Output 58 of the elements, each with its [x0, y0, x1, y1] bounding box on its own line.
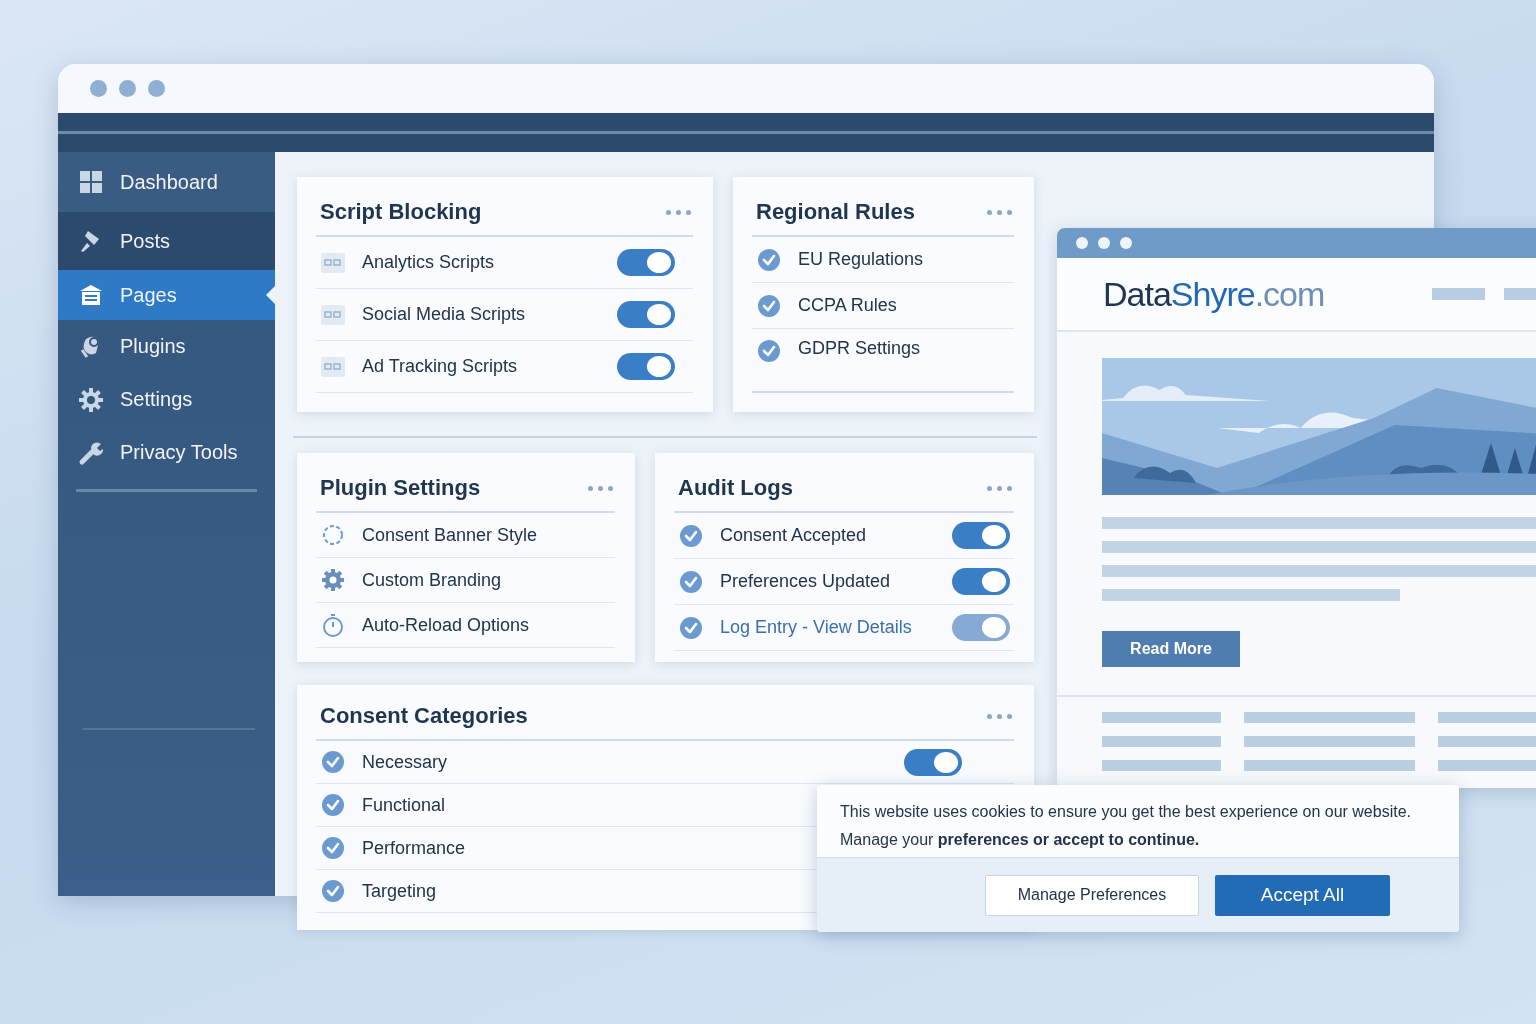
row-label: Targeting — [362, 880, 437, 902]
sidebar-item[interactable]: Plugins — [58, 320, 275, 373]
row-label: Consent Banner Style — [362, 524, 538, 546]
card-title: Plugin Settings — [320, 475, 481, 501]
row-label: Necessary — [362, 751, 448, 773]
accept-button[interactable]: Accept All — [1215, 874, 1390, 916]
row-label: Social Media Scripts — [362, 304, 526, 325]
card-title: Audit Logs — [678, 475, 793, 501]
row-label: Functional — [362, 794, 446, 816]
card-title: Regional Rules — [756, 199, 915, 225]
sidebar-item[interactable]: Dashboard — [58, 152, 275, 212]
check-icon — [320, 792, 346, 818]
toggle-switch[interactable] — [904, 748, 962, 776]
check-icon — [320, 878, 346, 904]
wrench-icon — [78, 439, 104, 466]
row-label: GDPR Settings — [798, 338, 921, 359]
toggle-switch[interactable] — [617, 353, 675, 380]
grid-icon — [78, 169, 104, 195]
row-label: Consent Accepted — [720, 525, 867, 546]
row-label: Analytics Scripts — [362, 252, 495, 273]
read-more-button[interactable]: Read More — [1102, 631, 1240, 667]
row-label: CCPA Rules — [798, 295, 897, 316]
timer-icon — [320, 612, 346, 638]
spinner-icon — [320, 522, 346, 548]
nav-placeholder — [1432, 288, 1485, 300]
row-label: Auto-Reload Options — [362, 614, 530, 636]
check-icon — [678, 614, 704, 641]
row-label: EU Regulations — [798, 249, 924, 270]
sidebar-item[interactable]: Pages — [58, 270, 275, 320]
check-icon — [678, 568, 704, 595]
preferences-button[interactable]: Manage Preferences — [985, 874, 1199, 916]
sidebar-item[interactable]: Privacy Tools — [58, 426, 275, 479]
gear-icon — [320, 567, 346, 593]
check-icon — [320, 835, 346, 861]
gear-icon — [78, 386, 104, 413]
banner-text: Manage your preferences or accept to continue. — [840, 831, 1201, 849]
check-icon — [678, 522, 704, 549]
toggle-switch[interactable] — [617, 249, 675, 276]
banner-text: This website uses cookies to ensure you get the best experience on our website. — [840, 803, 1412, 821]
check-icon — [756, 292, 782, 319]
check-icon — [320, 749, 346, 775]
toggle-switch[interactable] — [952, 522, 1010, 549]
row-label: Performance — [362, 837, 466, 859]
check-icon — [756, 246, 782, 273]
sidebar-item[interactable]: Settings — [58, 373, 275, 426]
toggle-switch[interactable] — [952, 568, 1010, 595]
card-title: Script Blocking — [320, 199, 482, 225]
check-icon — [756, 338, 782, 364]
log-link[interactable]: Log Entry - View Details — [720, 617, 912, 638]
window-controls — [1076, 237, 1132, 249]
row-label: Custom Branding — [362, 569, 502, 591]
row-label: Ad Tracking Scripts — [362, 356, 518, 377]
card-title: Consent Categories — [320, 703, 528, 729]
toggle-switch[interactable] — [617, 301, 675, 328]
pages-icon — [78, 282, 104, 308]
site-logo: DataShyre.com — [1103, 274, 1325, 314]
sidebar-item[interactable]: Posts — [58, 212, 275, 270]
row-label: Preferences Updated — [720, 571, 891, 592]
